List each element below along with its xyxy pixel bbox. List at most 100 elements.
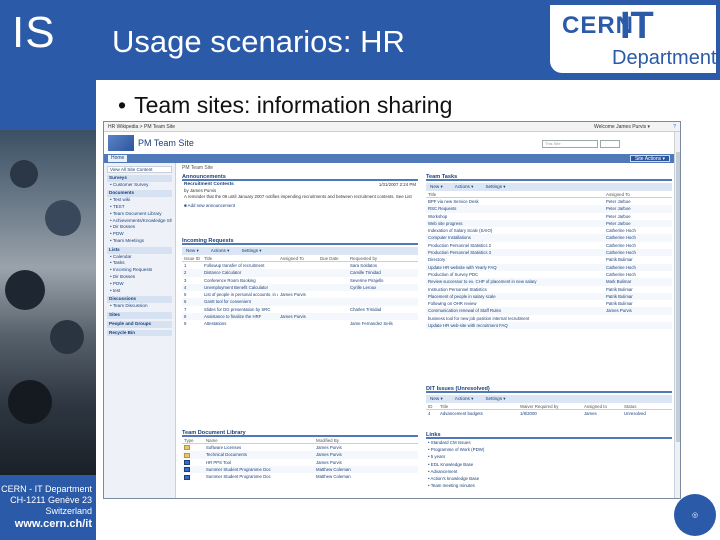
quick-launch-heading[interactable]: Discussions bbox=[107, 296, 172, 304]
column-header[interactable]: Title bbox=[202, 255, 278, 261]
table-cell[interactable]: Following on OHR review bbox=[426, 300, 604, 307]
column-header[interactable]: Modified By bbox=[314, 437, 394, 443]
quick-launch-item[interactable]: • Dir Bosses bbox=[107, 224, 172, 231]
toolbar-menu-button[interactable]: New ▾ bbox=[186, 248, 199, 253]
quick-launch-item[interactable]: • Achievements/Knowledge Sharing bbox=[107, 218, 172, 225]
link-item[interactable]: • EDL Knowledge Base bbox=[426, 461, 672, 468]
table-row[interactable]: Update HR website with Yearly FAQ Catheri… bbox=[426, 263, 672, 271]
sp-search-input[interactable] bbox=[600, 140, 620, 148]
dit-issues-title[interactable]: DIT Issues (Unresolved) bbox=[426, 385, 672, 393]
table-cell[interactable]: Peter Jarboe bbox=[604, 198, 670, 205]
table-row[interactable]: 5 List of people in personal accounts, in… bbox=[182, 291, 418, 298]
quick-launch-heading[interactable]: Sites bbox=[107, 311, 172, 319]
table-row[interactable]: Technical Documents James Purvis bbox=[182, 451, 418, 459]
table-cell[interactable]: Production Personnel Statistics 3 bbox=[426, 249, 604, 256]
table-cell[interactable]: Peter Jarboe bbox=[604, 220, 670, 227]
table-cell[interactable]: business tool for new job position inter… bbox=[426, 315, 604, 322]
quick-launch-item[interactable]: • Incoming Requests bbox=[107, 267, 172, 274]
toolbar-menu-button[interactable]: Actions ▾ bbox=[455, 184, 474, 189]
table-row[interactable]: BPF via new Service Desk Peter Jarboe bbox=[426, 198, 672, 205]
document-name[interactable]: HR PPS Tool bbox=[204, 459, 314, 466]
column-header[interactable]: Title bbox=[438, 403, 518, 409]
table-row[interactable]: RSC Requests Peter Jarboe bbox=[426, 205, 672, 213]
quick-launch-item[interactable]: • PDW bbox=[107, 231, 172, 238]
table-cell[interactable]: Followup transfer of recruitment bbox=[202, 262, 278, 269]
table-cell[interactable]: Review successor to ex. CHP of placement… bbox=[426, 278, 604, 285]
links-title[interactable]: Links bbox=[426, 431, 672, 439]
table-cell[interactable]: Placement of people in salary scale bbox=[426, 293, 604, 300]
table-cell[interactable]: Catherine Hoch bbox=[604, 249, 670, 256]
quick-launch-item[interactable]: • TEST bbox=[107, 204, 172, 211]
quick-launch-heading[interactable]: Lists bbox=[107, 246, 172, 254]
table-row[interactable]: 3 Conference Room Booking Severine Pirajel… bbox=[182, 277, 418, 284]
table-row[interactable]: 1 Followup transfer of recruitment Sara So… bbox=[182, 262, 418, 269]
quick-launch-item[interactable]: • Customer Survey bbox=[107, 182, 172, 189]
column-header[interactable]: Assigned to bbox=[582, 403, 622, 409]
table-row[interactable]: 4 Advancement budgets 1/8/2000 James Unresol… bbox=[426, 410, 672, 417]
table-cell[interactable]: RSC Requests bbox=[426, 205, 604, 212]
sp-vertical-scrollbar[interactable] bbox=[674, 132, 680, 498]
column-header[interactable]: Type bbox=[182, 437, 204, 443]
table-row[interactable]: Workshop Peter Jarboe bbox=[426, 213, 672, 220]
quick-launch-item[interactable]: • Test wiki bbox=[107, 197, 172, 204]
table-cell[interactable]: Production Personnel Statistics 2 bbox=[426, 242, 604, 249]
add-announcement-link[interactable]: ■ Add new announcement bbox=[184, 203, 416, 209]
toolbar-menu-button[interactable]: New ▾ bbox=[430, 396, 443, 401]
quick-launch-item[interactable]: • Team Meetings bbox=[107, 238, 172, 245]
table-row[interactable]: Software Licenses James Purvis bbox=[182, 444, 418, 451]
table-cell[interactable]: Catherine Hoch bbox=[604, 227, 670, 234]
scrollbar-thumb[interactable] bbox=[676, 152, 680, 442]
tab-home[interactable]: Home bbox=[108, 155, 128, 162]
table-cell[interactable]: Indexation of Salary Scale (SAIO) bbox=[426, 227, 604, 234]
table-cell[interactable]: Distance Calculator bbox=[202, 269, 278, 276]
column-header[interactable]: Due Date bbox=[318, 255, 348, 261]
table-row[interactable]: 7 Slides for DG presentation by SRC Charle… bbox=[182, 306, 418, 313]
incoming-requests-title[interactable]: Incoming Requests bbox=[182, 237, 418, 245]
team-tasks-title[interactable]: Team Tasks bbox=[426, 173, 672, 181]
quick-launch-heading[interactable]: Surveys bbox=[107, 174, 172, 182]
table-cell[interactable]: Workshop bbox=[426, 213, 604, 220]
quick-launch-item[interactable]: • Team Document Library bbox=[107, 211, 172, 218]
table-cell[interactable]: Advancement budgets bbox=[438, 410, 518, 417]
table-cell[interactable]: Production of Survey PDC bbox=[426, 271, 604, 278]
column-header[interactable]: ID bbox=[426, 403, 438, 409]
table-row[interactable]: Update HR web-site with recruitment FAQ bbox=[426, 322, 672, 330]
table-cell[interactable]: List of people in personal accounts, in … bbox=[202, 291, 278, 298]
table-row[interactable]: 6 Gantt tool for convenient bbox=[182, 298, 418, 306]
table-row[interactable]: Indexation of Salary Scale (SAIO) Catheri… bbox=[426, 227, 672, 234]
toolbar-menu-button[interactable]: Actions ▾ bbox=[455, 396, 474, 401]
toolbar-menu-button[interactable]: New ▾ bbox=[430, 184, 443, 189]
table-row[interactable]: 4 Unemployment Benefit Calculator Cyrille … bbox=[182, 283, 418, 292]
table-cell[interactable]: Patrik Bulimar bbox=[604, 300, 670, 307]
sp-site-title[interactable]: PM Team Site bbox=[138, 138, 194, 148]
quick-launch-item[interactable]: • Dir Bosses bbox=[107, 274, 172, 281]
column-header[interactable]: Title bbox=[426, 191, 604, 197]
toolbar-menu-button[interactable]: Settings ▾ bbox=[485, 396, 505, 401]
quick-launch-heading[interactable]: Documents bbox=[107, 190, 172, 198]
quick-launch-heading[interactable]: Recycle Bin bbox=[107, 329, 172, 337]
link-item[interactable]: • Programme of Work (PDW) bbox=[426, 446, 672, 453]
document-name[interactable]: Technical Documents bbox=[204, 451, 314, 458]
table-row[interactable]: Placement of people in salary scale Patri… bbox=[426, 292, 672, 301]
quick-launch-item[interactable]: • test bbox=[107, 288, 172, 295]
table-cell[interactable]: Mark Bulimar bbox=[604, 278, 670, 285]
table-cell[interactable]: Update HR website with Yearly FAQ bbox=[426, 264, 604, 271]
column-header[interactable]: Assigned To bbox=[604, 191, 670, 197]
table-row[interactable]: Production Personnel Statistics 2 Catheri… bbox=[426, 242, 672, 249]
sp-breadcrumb[interactable]: HR Wikipedia > PM Team Site bbox=[108, 124, 175, 130]
column-header[interactable]: Assigned To bbox=[278, 255, 318, 261]
table-row[interactable]: 2 Distance Calculator Camille Trinidad bbox=[182, 269, 418, 277]
table-cell[interactable]: Communication renewal of Staff Rules bbox=[426, 307, 604, 314]
sp-welcome-menu[interactable]: Welcome James Purvis ▾ bbox=[594, 124, 650, 130]
column-header[interactable]: Status bbox=[622, 403, 670, 409]
table-cell[interactable]: BPF via new Service Desk bbox=[426, 198, 604, 205]
table-cell[interactable]: Computer Installations bbox=[426, 234, 604, 241]
toolbar-menu-button[interactable]: Settings ▾ bbox=[241, 248, 261, 253]
table-cell[interactable] bbox=[604, 315, 670, 322]
table-cell[interactable]: Attestations bbox=[202, 320, 278, 327]
table-row[interactable]: Communication renewal of Staff Rules Jame… bbox=[426, 307, 672, 315]
table-row[interactable]: 8 Assistance to finalize the HRF James Pur… bbox=[182, 313, 418, 321]
document-name[interactable]: Summer Student Programme Doc bbox=[204, 466, 314, 473]
link-item[interactable]: • 5 years bbox=[426, 453, 672, 460]
table-row[interactable]: HR PPS Tool James Purvis bbox=[182, 459, 418, 466]
